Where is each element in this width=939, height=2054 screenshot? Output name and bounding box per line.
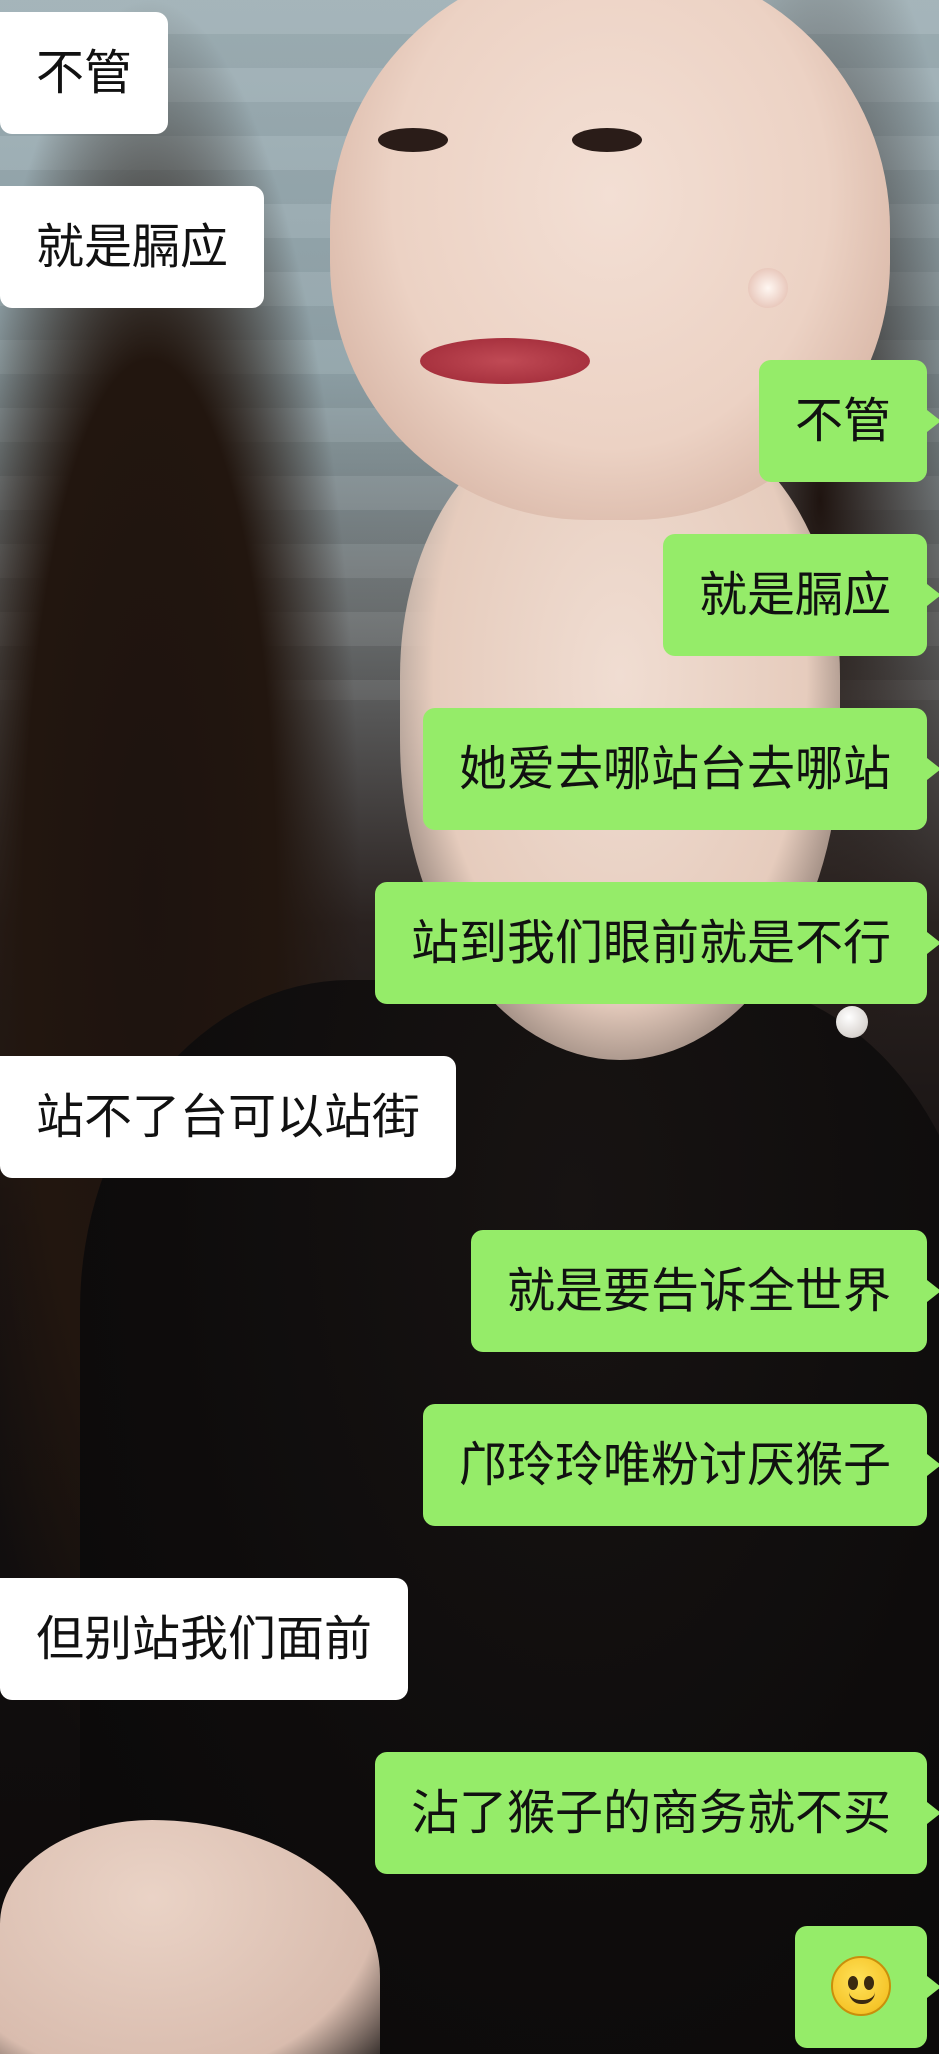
message-bubble-outgoing[interactable]: 她爱去哪站台去哪站 xyxy=(422,708,939,830)
message-bubble-incoming[interactable]: 站不了台可以站街 xyxy=(0,1056,457,1178)
message-bubble-incoming[interactable]: 不管 xyxy=(0,12,169,134)
message-text: 就是膈应 xyxy=(36,219,229,275)
message-text: 不管 xyxy=(36,45,133,101)
message-text: 沾了猴子的商务就不买 xyxy=(410,1785,891,1841)
message-bubble-outgoing[interactable]: 就是要告诉全世界 xyxy=(470,1230,939,1352)
message-bubble-outgoing[interactable]: 不管 xyxy=(758,360,939,482)
message-bubble-incoming[interactable]: 但别站我们面前 xyxy=(0,1578,409,1700)
message-text: 邝玲玲唯粉讨厌猴子 xyxy=(458,1437,891,1493)
message-text: 就是膈应 xyxy=(698,567,891,623)
message-bubble-outgoing[interactable]: 沾了猴子的商务就不买 xyxy=(374,1752,939,1874)
message-bubble-outgoing[interactable]: 就是膈应 xyxy=(662,534,939,656)
message-bubble-outgoing[interactable]: 站到我们眼前就是不行 xyxy=(374,882,939,1004)
message-bubble-outgoing-emoji[interactable] xyxy=(795,1926,939,2048)
message-bubble-outgoing[interactable]: 邝玲玲唯粉讨厌猴子 xyxy=(422,1404,939,1526)
message-text: 但别站我们面前 xyxy=(36,1611,373,1667)
smiley-emoji-icon xyxy=(831,1956,891,2016)
message-text: 不管 xyxy=(794,393,891,449)
message-text: 站不了台可以站街 xyxy=(36,1089,421,1145)
message-text: 她爱去哪站台去哪站 xyxy=(458,741,891,797)
chat-message-list: 不管 就是膈应 不管 就是膈应 她爱去哪站台去哪站 站到我们眼前就是不行 站不了… xyxy=(0,0,939,2054)
message-bubble-incoming[interactable]: 就是膈应 xyxy=(0,186,265,308)
message-text: 站到我们眼前就是不行 xyxy=(410,915,891,971)
message-text: 就是要告诉全世界 xyxy=(506,1263,891,1319)
